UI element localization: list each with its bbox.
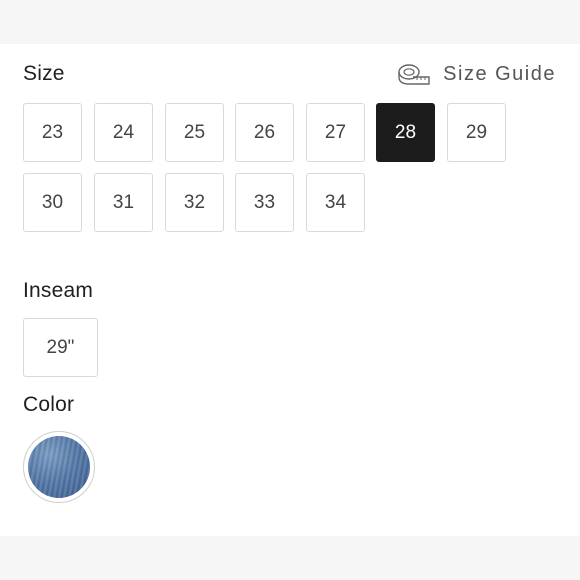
size-option-27[interactable]: 27 xyxy=(306,103,365,162)
denim-swatch-image xyxy=(28,436,90,498)
color-swatch-denim[interactable] xyxy=(23,431,95,503)
inseam-option-29[interactable]: 29" xyxy=(23,318,98,377)
color-label: Color xyxy=(23,393,75,416)
size-option-30[interactable]: 30 xyxy=(23,173,82,232)
size-option-32[interactable]: 32 xyxy=(165,173,224,232)
size-guide-link[interactable]: Size Guide xyxy=(397,62,556,86)
size-label: Size xyxy=(23,62,65,85)
size-option-29[interactable]: 29 xyxy=(447,103,506,162)
size-option-28-selected[interactable]: 28 xyxy=(376,103,435,162)
measuring-tape-icon xyxy=(397,62,431,86)
inseam-label: Inseam xyxy=(23,279,94,302)
size-option-26[interactable]: 26 xyxy=(235,103,294,162)
size-option-23[interactable]: 23 xyxy=(23,103,82,162)
size-option-34[interactable]: 34 xyxy=(306,173,365,232)
size-option-24[interactable]: 24 xyxy=(94,103,153,162)
size-option-33[interactable]: 33 xyxy=(235,173,294,232)
size-option-25[interactable]: 25 xyxy=(165,103,224,162)
size-option-31[interactable]: 31 xyxy=(94,173,153,232)
size-guide-label: Size Guide xyxy=(443,62,556,85)
